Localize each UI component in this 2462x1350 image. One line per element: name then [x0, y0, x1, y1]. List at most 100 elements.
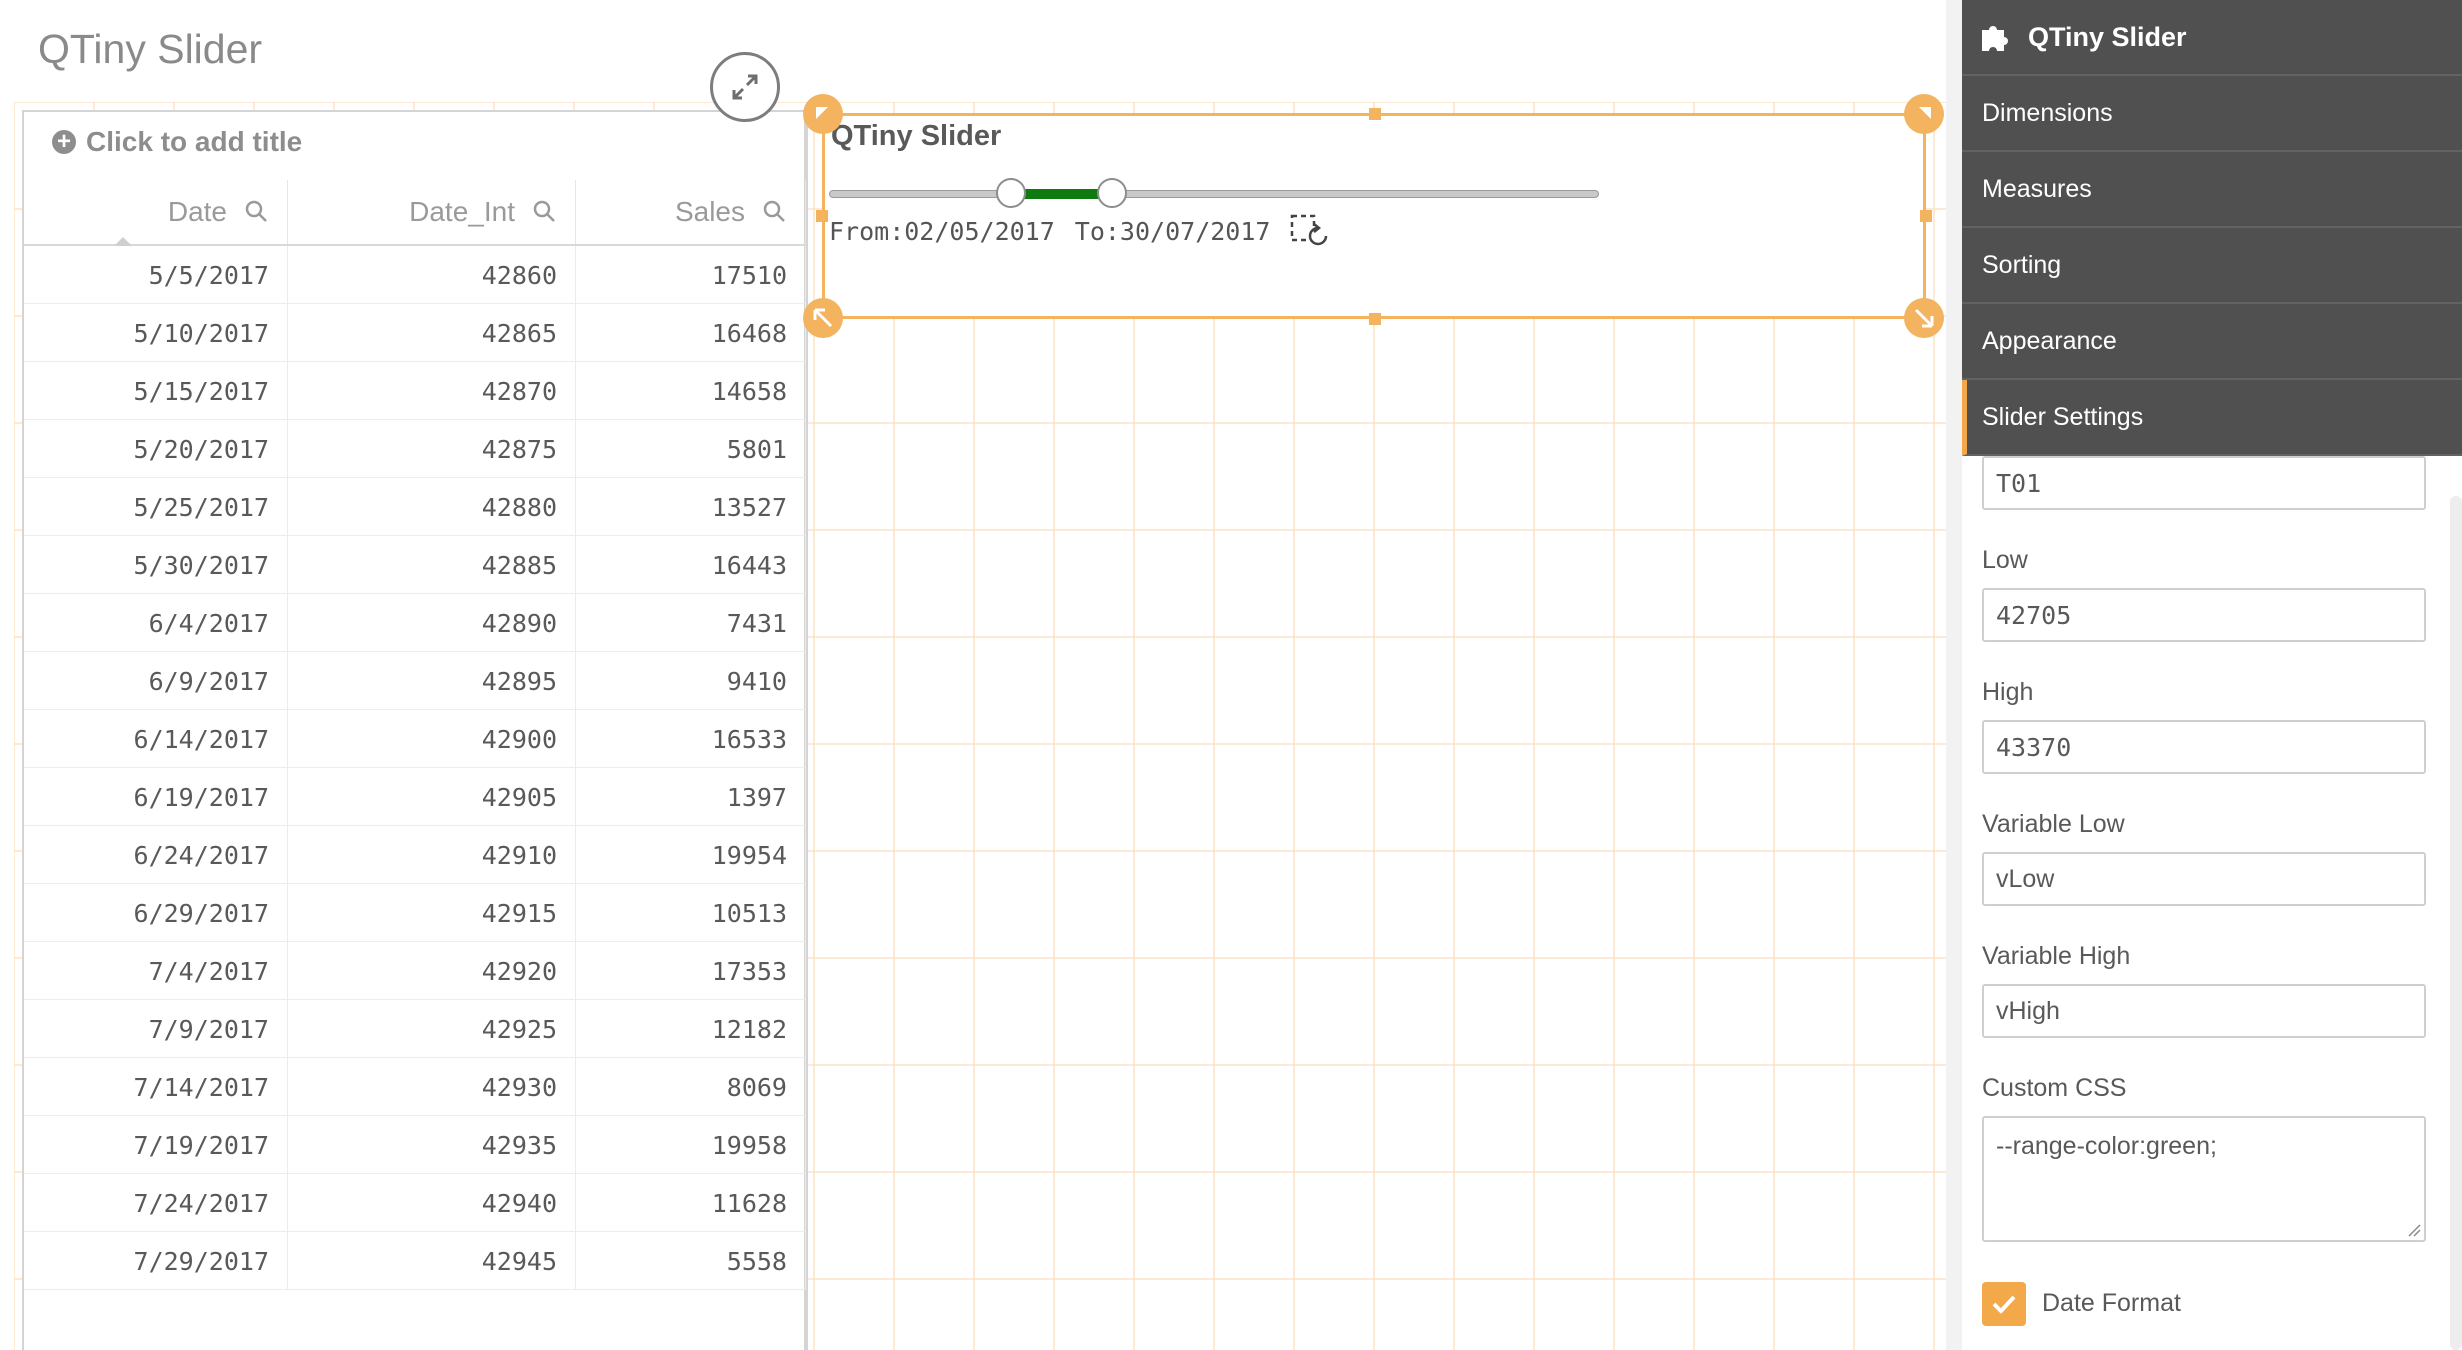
resize-handle-bottom-left[interactable] — [803, 298, 843, 338]
table-row[interactable]: 7/19/2017 42935 19958 — [24, 1116, 806, 1174]
sales-cell[interactable]: 10513 — [576, 884, 806, 942]
date-int-cell[interactable]: 42940 — [288, 1174, 576, 1232]
sales-cell[interactable]: 17510 — [576, 246, 806, 304]
date-int-cell[interactable]: 42875 — [288, 420, 576, 478]
date-cell[interactable]: 5/20/2017 — [24, 420, 288, 478]
date-int-cell[interactable]: 42870 — [288, 362, 576, 420]
menu-item-appearance[interactable]: Appearance — [1962, 304, 2462, 380]
expand-button[interactable] — [710, 52, 780, 122]
object-id-field[interactable]: T01 — [1982, 456, 2426, 510]
date-int-cell[interactable]: 42905 — [288, 768, 576, 826]
slider-object[interactable]: QTiny Slider From:02/05/2017 To:30/07/20… — [822, 113, 1926, 319]
sales-cell[interactable]: 16443 — [576, 536, 806, 594]
date-int-cell[interactable]: 42885 — [288, 536, 576, 594]
menu-item-measures[interactable]: Measures — [1962, 152, 2462, 228]
menu-item-slider-settings[interactable]: Slider Settings — [1962, 380, 2462, 456]
sales-cell[interactable]: 5801 — [576, 420, 806, 478]
date-int-cell[interactable]: 42865 — [288, 304, 576, 362]
variable-high-field[interactable]: vHigh — [1982, 984, 2426, 1038]
date-int-cell[interactable]: 42920 — [288, 942, 576, 1000]
date-cell[interactable]: 7/19/2017 — [24, 1116, 288, 1174]
table-row[interactable]: 5/10/2017 42865 16468 — [24, 304, 806, 362]
date-int-cell[interactable]: 42910 — [288, 826, 576, 884]
table-row[interactable]: 5/20/2017 42875 5801 — [24, 420, 806, 478]
table-row[interactable]: 7/9/2017 42925 12182 — [24, 1000, 806, 1058]
column-header-sales[interactable]: Sales — [576, 180, 806, 244]
table-row[interactable]: 7/4/2017 42920 17353 — [24, 942, 806, 1000]
table-row[interactable]: 5/25/2017 42880 13527 — [24, 478, 806, 536]
variable-low-field[interactable]: vLow — [1982, 852, 2426, 906]
resize-handle-top-left[interactable] — [803, 94, 843, 134]
date-int-cell[interactable]: 42900 — [288, 710, 576, 768]
date-cell[interactable]: 5/25/2017 — [24, 478, 288, 536]
sales-cell[interactable]: 5558 — [576, 1232, 806, 1290]
sales-cell[interactable]: 19954 — [576, 826, 806, 884]
sales-cell[interactable]: 8069 — [576, 1058, 806, 1116]
date-cell[interactable]: 6/9/2017 — [24, 652, 288, 710]
date-cell[interactable]: 7/24/2017 — [24, 1174, 288, 1232]
sales-cell[interactable]: 16468 — [576, 304, 806, 362]
resize-handle-bottom[interactable] — [1369, 313, 1381, 325]
table-row[interactable]: 6/29/2017 42915 10513 — [24, 884, 806, 942]
table-row[interactable]: 7/24/2017 42940 11628 — [24, 1174, 806, 1232]
date-cell[interactable]: 6/19/2017 — [24, 768, 288, 826]
date-cell[interactable]: 5/15/2017 — [24, 362, 288, 420]
date-cell[interactable]: 6/14/2017 — [24, 710, 288, 768]
menu-item-sorting[interactable]: Sorting — [1962, 228, 2462, 304]
low-field[interactable]: 42705 — [1982, 588, 2426, 642]
date-format-checkbox[interactable] — [1982, 1282, 2026, 1326]
column-header-date[interactable]: Date — [24, 180, 288, 246]
sales-cell[interactable]: 14658 — [576, 362, 806, 420]
table-row[interactable]: 6/9/2017 42895 9410 — [24, 652, 806, 710]
resize-handle-top-right[interactable] — [1904, 94, 1944, 134]
date-cell[interactable]: 6/29/2017 — [24, 884, 288, 942]
resize-handle-right[interactable] — [1920, 210, 1932, 222]
reset-selection-icon[interactable] — [1290, 214, 1330, 248]
date-cell[interactable]: 5/30/2017 — [24, 536, 288, 594]
table-object[interactable]: + Click to add title Date Date_Int Sales… — [22, 110, 808, 1350]
date-int-cell[interactable]: 42860 — [288, 246, 576, 304]
date-int-cell[interactable]: 42895 — [288, 652, 576, 710]
resize-handle-top[interactable] — [1369, 108, 1381, 120]
table-row[interactable]: 6/14/2017 42900 16533 — [24, 710, 806, 768]
add-title-button[interactable]: + Click to add title — [52, 122, 302, 162]
slider-low-thumb[interactable] — [995, 178, 1026, 208]
sales-cell[interactable]: 9410 — [576, 652, 806, 710]
table-row[interactable]: 6/4/2017 42890 7431 — [24, 594, 806, 652]
high-field[interactable]: 43370 — [1982, 720, 2426, 774]
sales-cell[interactable]: 17353 — [576, 942, 806, 1000]
column-header-date-int[interactable]: Date_Int — [288, 180, 576, 244]
table-row[interactable]: 6/24/2017 42910 19954 — [24, 826, 806, 884]
sales-cell[interactable]: 16533 — [576, 710, 806, 768]
slider-track[interactable] — [829, 190, 1599, 198]
date-cell[interactable]: 6/24/2017 — [24, 826, 288, 884]
search-icon[interactable] — [245, 200, 267, 222]
date-cell[interactable]: 6/4/2017 — [24, 594, 288, 652]
date-cell[interactable]: 7/9/2017 — [24, 1000, 288, 1058]
date-cell[interactable]: 5/10/2017 — [24, 304, 288, 362]
date-int-cell[interactable]: 42925 — [288, 1000, 576, 1058]
table-row[interactable]: 7/14/2017 42930 8069 — [24, 1058, 806, 1116]
date-int-cell[interactable]: 42945 — [288, 1232, 576, 1290]
search-icon[interactable] — [763, 200, 785, 222]
date-cell[interactable]: 5/5/2017 — [24, 246, 288, 304]
search-icon[interactable] — [533, 200, 555, 222]
table-row[interactable]: 5/5/2017 42860 17510 — [24, 246, 806, 304]
sales-cell[interactable]: 19958 — [576, 1116, 806, 1174]
sales-cell[interactable]: 11628 — [576, 1174, 806, 1232]
sales-cell[interactable]: 1397 — [576, 768, 806, 826]
sales-cell[interactable]: 7431 — [576, 594, 806, 652]
date-int-cell[interactable]: 42915 — [288, 884, 576, 942]
menu-item-dimensions[interactable]: Dimensions — [1962, 76, 2462, 152]
table-row[interactable]: 7/29/2017 42945 5558 — [24, 1232, 806, 1290]
sales-cell[interactable]: 12182 — [576, 1000, 806, 1058]
custom-css-textarea[interactable]: --range-color:green; — [1982, 1116, 2426, 1242]
date-cell[interactable]: 7/29/2017 — [24, 1232, 288, 1290]
date-cell[interactable]: 7/14/2017 — [24, 1058, 288, 1116]
date-int-cell[interactable]: 42890 — [288, 594, 576, 652]
table-row[interactable]: 5/15/2017 42870 14658 — [24, 362, 806, 420]
slider-high-thumb[interactable] — [1096, 178, 1127, 208]
sales-cell[interactable]: 13527 — [576, 478, 806, 536]
date-int-cell[interactable]: 42935 — [288, 1116, 576, 1174]
panel-scrollbar[interactable] — [2450, 496, 2462, 1350]
